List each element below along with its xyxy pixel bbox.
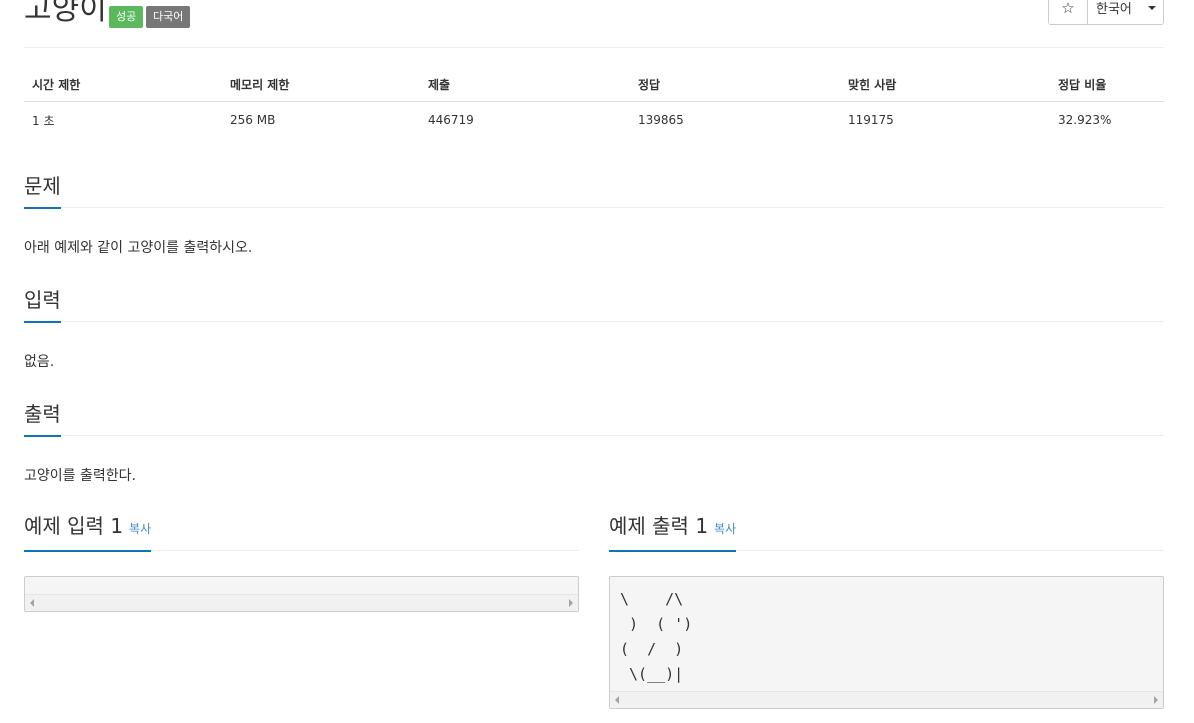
scroll-left-icon[interactable] (615, 696, 619, 704)
sample-input-content (25, 577, 578, 594)
sample-input-panel: 예제 입력 1 복사 (24, 513, 579, 612)
scroll-right-icon[interactable] (1154, 696, 1158, 704)
language-dropdown[interactable]: 한국어 (1087, 0, 1164, 25)
accepted-value[interactable]: 139865 (630, 102, 840, 139)
sample-output-header: 예제 출력 1 복사 (609, 513, 1164, 552)
input-section-header: 입력 (24, 285, 1164, 323)
sample-input-box[interactable] (24, 576, 579, 612)
page-header: 고양이 성공 다국어 ☆ 한국어 (24, 0, 1164, 48)
problem-title: 고양이 (24, 0, 107, 27)
header-submissions: 제출 (420, 68, 630, 102)
submissions-value[interactable]: 446719 (420, 102, 630, 139)
description-text: 아래 예제와 같이 고양이를 출력하시오. (24, 240, 253, 256)
problem-info-table: 시간 제한 메모리 제한 제출 정답 맞힌 사람 정답 비율 1 초 256 M… (24, 68, 1164, 138)
sample-output-box[interactable]: \ /\ ) ( ') ( / ) \(__)| (609, 576, 1164, 709)
table-row: 1 초 256 MB 446719 139865 119175 32.923% (24, 102, 1164, 139)
multilang-badge[interactable]: 다국어 (146, 6, 191, 28)
language-label: 한국어 (1096, 2, 1132, 17)
sample-output-panel: 예제 출력 1 복사 \ /\ ) ( ') ( / ) \(__)| (609, 513, 1164, 709)
horizontal-scrollbar[interactable] (610, 691, 1163, 708)
sample-input-heading: 예제 입력 1 (24, 514, 124, 538)
sample-input-header: 예제 입력 1 복사 (24, 513, 579, 552)
header-time-limit: 시간 제한 (24, 68, 222, 102)
copy-sample-output-link[interactable]: 복사 (714, 522, 736, 536)
input-heading: 입력 (24, 287, 61, 323)
caret-down-icon (1147, 5, 1156, 10)
star-icon: ☆ (1061, 0, 1075, 17)
time-limit-value: 1 초 (32, 113, 55, 128)
scroll-right-icon[interactable] (569, 599, 573, 607)
header-memory-limit: 메모리 제한 (222, 68, 420, 102)
header-solved-users: 맞힌 사람 (840, 68, 1050, 102)
output-text: 고양이를 출력한다. (24, 468, 136, 484)
sample-output-content: \ /\ ) ( ') ( / ) \(__)| (620, 590, 693, 683)
description-heading: 문제 (24, 173, 61, 209)
header-accept-ratio: 정답 비율 (1050, 68, 1164, 102)
sample-output-heading-wrap: 예제 출력 1 복사 (609, 513, 737, 552)
input-text: 없음. (24, 354, 55, 370)
table-header-row: 시간 제한 메모리 제한 제출 정답 맞힌 사람 정답 비율 (24, 68, 1164, 102)
favorite-button[interactable]: ☆ (1048, 0, 1088, 25)
horizontal-scrollbar[interactable] (25, 594, 578, 611)
memory-limit-value: 256 MB (230, 113, 276, 127)
success-badge[interactable]: 성공 (109, 6, 144, 28)
output-heading: 출력 (24, 401, 61, 437)
output-section-header: 출력 (24, 399, 1164, 437)
sample-input-heading-wrap: 예제 입력 1 복사 (24, 513, 152, 552)
accept-ratio-value: 32.923% (1058, 113, 1112, 127)
solved-users-value[interactable]: 119175 (840, 102, 1050, 139)
description-section-header: 문제 (24, 171, 1164, 209)
problem-page: 고양이 성공 다국어 ☆ 한국어 시간 제한 메모리 제한 제출 정답 맞힌 사… (0, 0, 1194, 723)
header-accepted: 정답 (630, 68, 840, 102)
sample-output-heading: 예제 출력 1 (609, 514, 709, 538)
copy-sample-input-link[interactable]: 복사 (129, 522, 151, 536)
header-button-group: ☆ 한국어 (1048, 0, 1164, 26)
scroll-left-icon[interactable] (30, 599, 34, 607)
